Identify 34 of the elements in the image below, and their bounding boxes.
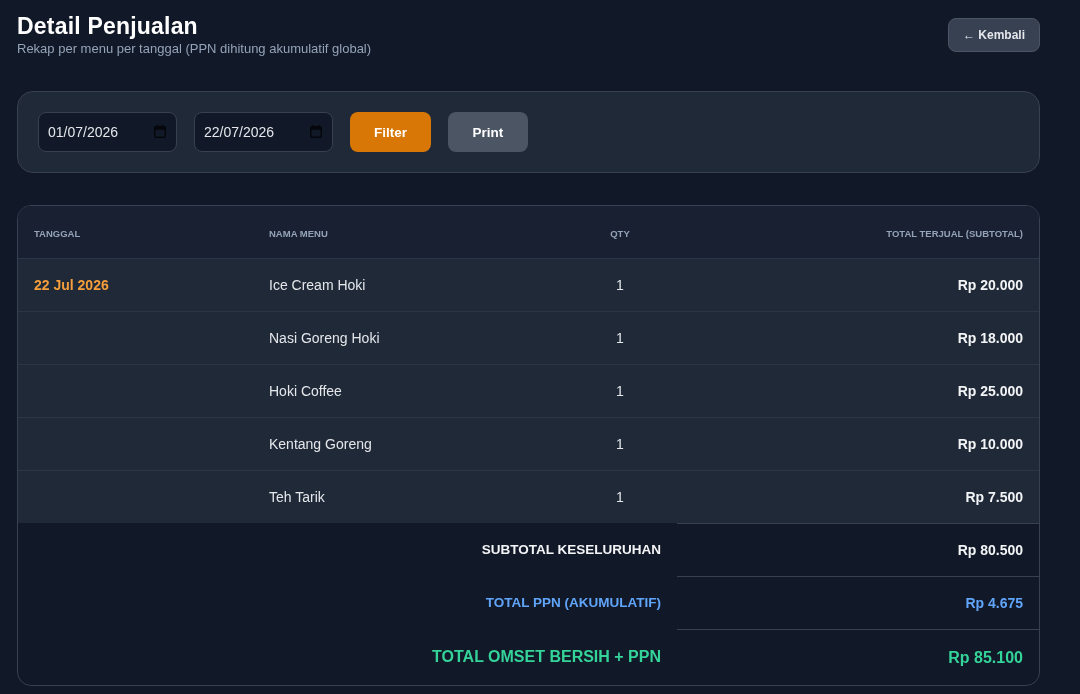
page-title: Detail Penjualan xyxy=(17,12,199,40)
tax-label: TOTAL PPN (AKUMULATIF) xyxy=(485,595,661,610)
column-header: QTY xyxy=(610,228,630,239)
menu-name: Hoki Coffee xyxy=(269,383,342,399)
column-header: TANGGAL xyxy=(34,228,81,239)
subtotal-amount: Rp 18.000 xyxy=(957,330,1023,346)
quantity: 1 xyxy=(616,383,624,399)
calendar-icon[interactable] xyxy=(310,125,322,138)
menu-name: Nasi Goreng Hoki xyxy=(269,330,380,346)
tax-amount: Rp 4.675 xyxy=(965,595,1023,611)
sale-date: 22 Jul 2026 xyxy=(34,277,109,293)
quantity: 1 xyxy=(616,489,624,505)
subtotal-amount: Rp 10.000 xyxy=(957,436,1023,452)
subtotal-amount: Rp 20.000 xyxy=(957,277,1023,293)
column-header: TOTAL TERJUAL (SUBTOTAL) xyxy=(886,228,1023,239)
date-field[interactable]: 22/07/2026 xyxy=(194,112,333,152)
menu-name: Teh Tarik xyxy=(269,489,325,505)
print-button[interactable]: Print xyxy=(448,112,528,152)
quantity: 1 xyxy=(616,277,624,293)
back-button[interactable]: ← Kembali xyxy=(948,18,1040,52)
grand-total-label: TOTAL OMSET BERSIH + PPN xyxy=(432,648,661,666)
calendar-icon[interactable] xyxy=(154,125,166,138)
column-header: NAMA MENU xyxy=(269,228,328,239)
grand-total-amount: Rp 85.100 xyxy=(948,648,1023,667)
menu-name: Kentang Goreng xyxy=(269,436,372,452)
subtotal-amount: Rp 7.500 xyxy=(965,489,1023,505)
quantity: 1 xyxy=(616,330,624,346)
subtotal-amount: Rp 25.000 xyxy=(957,383,1023,399)
date-field[interactable]: 01/07/2026 xyxy=(38,112,177,152)
subtotal-amount: Rp 80.500 xyxy=(957,542,1023,558)
subtotal-label: SUBTOTAL KESELURUHAN xyxy=(481,542,661,557)
menu-name: Ice Cream Hoki xyxy=(269,277,366,293)
quantity: 1 xyxy=(616,436,624,452)
page-subtitle: Rekap per menu per tanggal (PPN dihitung akumulatif global) xyxy=(17,41,372,57)
